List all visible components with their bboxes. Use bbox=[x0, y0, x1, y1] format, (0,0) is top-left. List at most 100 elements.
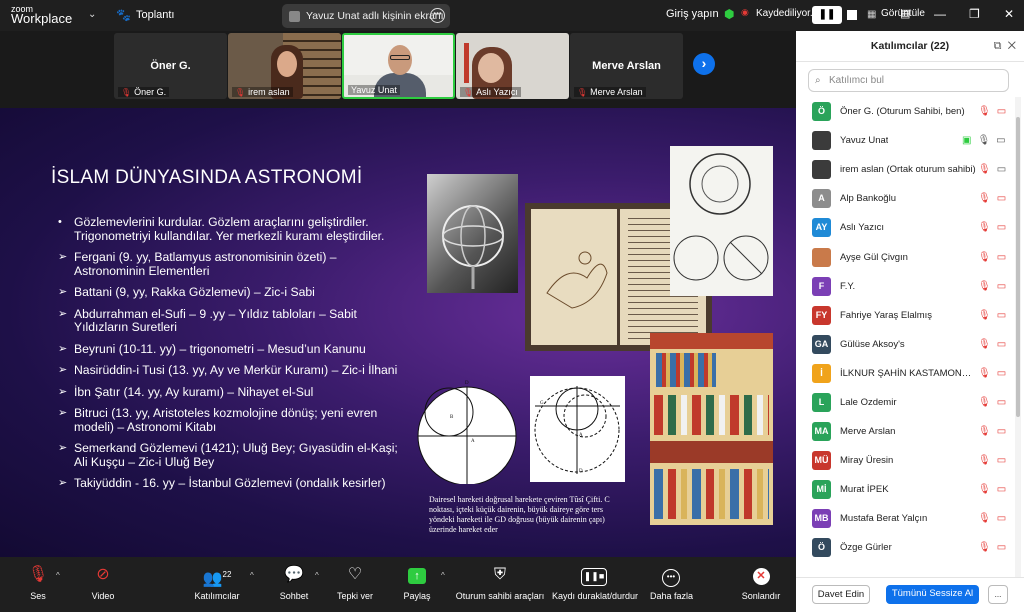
screen-share-status[interactable]: Yavuz Unat adlı kişinin ekranı ••• bbox=[282, 4, 450, 28]
microphone-muted-icon: 🎙 bbox=[978, 513, 991, 525]
end-meeting-button[interactable]: ✕ Sonlandır bbox=[740, 561, 782, 601]
panel-more-button[interactable]: ... bbox=[988, 585, 1008, 604]
video-tile[interactable]: 🎙 irem aslan bbox=[228, 33, 341, 99]
security-shield-icon[interactable]: ⬢ bbox=[724, 7, 734, 21]
invite-button[interactable]: Davet Edin bbox=[812, 585, 870, 604]
panel-header: Katılımcılar (22) ⧉ ✕ bbox=[796, 31, 1024, 62]
participant-list-scrollbar[interactable] bbox=[1015, 97, 1021, 577]
participant-row[interactable]: İİLKNUR ŞAHİN KASTAMONU UNİV...🎙▭ bbox=[796, 359, 1014, 388]
close-icon[interactable]: ✕ bbox=[1004, 7, 1014, 21]
host-tools-button[interactable]: ⛨ Oturum sahibi araçları bbox=[455, 561, 545, 601]
participant-row[interactable]: Ö Öner G. (Oturum Sahibi, ben) 🎙 ▭ bbox=[796, 97, 1014, 126]
participant-row[interactable]: Yavuz Unat ▣ 🎙 ▭ bbox=[796, 126, 1014, 155]
pause-stop-recording-button[interactable]: ❚❚■ Kaydı duraklat/durdur bbox=[552, 561, 638, 601]
avatar: F bbox=[812, 276, 831, 296]
participant-status-icons: 🎙 ▭ bbox=[978, 222, 1012, 233]
participant-row[interactable]: Ayşe Gül Çivgın 🎙 ▭ bbox=[796, 242, 1014, 271]
svg-text:G: G bbox=[540, 401, 544, 406]
avatar bbox=[812, 131, 831, 151]
video-tile[interactable]: Merve Arslan 🎙 Merve Arslan bbox=[570, 33, 683, 99]
share-options-icon[interactable]: ••• bbox=[430, 8, 445, 23]
participant-row[interactable]: Mİ Murat İPEK 🎙 ▭ bbox=[796, 475, 1014, 504]
participant-search-input[interactable]: ⌕ Katılımcı bul bbox=[808, 69, 1009, 92]
observatory-miniature-image bbox=[650, 333, 773, 525]
react-button[interactable]: ♡ Tepki ver bbox=[334, 561, 376, 601]
stop-recording-icon[interactable] bbox=[847, 10, 857, 20]
next-page-chevron-icon[interactable]: › bbox=[693, 53, 715, 75]
tusi-couple-diagram-2: G A D bbox=[530, 376, 625, 482]
participant-row[interactable]: F F.Y. 🎙 ▭ bbox=[796, 272, 1014, 301]
list-item: ➢ Battani (9, yy, Rakka Gözlemevi) – Zic-… bbox=[58, 285, 315, 299]
participant-status-icons: 🎙 ▭ bbox=[978, 106, 1012, 117]
participant-row[interactable]: A Alp Bankoğlu 🎙 ▭ bbox=[796, 184, 1014, 213]
video-tile[interactable]: 🎙 Aslı Yazıcı bbox=[456, 33, 569, 99]
miniature-floor bbox=[650, 441, 773, 463]
participant-status-icons: 🎙 ▭ bbox=[978, 164, 1012, 175]
microphone-muted-icon: 🎙 bbox=[978, 280, 991, 292]
microphone-muted-icon: 🎙 bbox=[978, 338, 991, 350]
participant-name: F.Y. bbox=[840, 280, 856, 292]
participant-row[interactable]: Ö Özge Gürler 🎙 ▭ bbox=[796, 533, 1014, 562]
title-bar: zoom Workplace ⌄ 🐾 Toplantı Yavuz Unat a… bbox=[0, 0, 1024, 31]
share-options-caret-icon[interactable]: ^ bbox=[441, 571, 445, 580]
miniature-shelves bbox=[656, 353, 716, 387]
more-button[interactable]: ••• Daha fazla bbox=[650, 561, 693, 601]
chat-options-caret-icon[interactable]: ^ bbox=[315, 571, 319, 580]
video-button[interactable]: ⊘ Video bbox=[86, 561, 120, 601]
participant-row[interactable]: FY Fahriye Yaraş Elalmış 🎙 ▭ bbox=[796, 301, 1014, 330]
avatar: L bbox=[812, 392, 831, 412]
avatar: MB bbox=[812, 509, 831, 529]
audio-options-caret-icon[interactable]: ^ bbox=[56, 571, 60, 580]
app-menu-chevron-icon[interactable]: ⌄ bbox=[88, 9, 96, 20]
participants-count: 22 bbox=[222, 570, 232, 579]
microphone-muted-icon: 🎙 bbox=[978, 106, 991, 118]
microphone-muted-icon: 🎙 bbox=[978, 164, 991, 176]
microphone-muted-icon: 🎙 bbox=[27, 566, 49, 583]
pause-stop-icon: ❚❚■ bbox=[552, 561, 636, 589]
view-grid-icon[interactable]: ▤ bbox=[900, 7, 910, 20]
panel-close-icon[interactable]: ✕ bbox=[1008, 40, 1016, 52]
avatar: MA bbox=[812, 422, 831, 442]
chat-button[interactable]: 💬 Sohbet bbox=[278, 561, 310, 601]
popout-icon[interactable]: ⧉ bbox=[994, 40, 1002, 52]
scrollbar-thumb[interactable] bbox=[1016, 117, 1020, 417]
participant-row[interactable]: GA Gülüse Aksoy's 🎙 ▭ bbox=[796, 330, 1014, 359]
meeting-info[interactable]: 🐾 Toplantı bbox=[116, 8, 174, 22]
participant-status-icons: ▣ 🎙 ▭ bbox=[962, 135, 1006, 147]
logo-workplace-text: Workplace bbox=[11, 11, 73, 26]
microphone-muted-icon: 🎙 bbox=[978, 455, 991, 467]
microphone-muted-icon: 🎙 bbox=[978, 367, 991, 379]
search-icon: ⌕ bbox=[815, 75, 821, 86]
participant-status-icons: 🎙 ▭ bbox=[978, 368, 1012, 379]
video-tile-active-speaker[interactable]: Yavuz Unat bbox=[342, 33, 455, 99]
participant-status-icons: 🎙 ▭ bbox=[978, 281, 1012, 292]
microphone-on-icon: 🎙 bbox=[977, 135, 991, 147]
tusi-couple-drawing-2: G A D bbox=[534, 386, 620, 474]
recording-status: Kaydediliyor... bbox=[756, 8, 819, 19]
participant-row[interactable]: MB Mustafa Berat Yalçın 🎙 ▭ bbox=[796, 504, 1014, 533]
mic-muted-icon: 🎙 bbox=[121, 87, 132, 97]
miniature-figures-row-1 bbox=[654, 395, 769, 435]
participant-row[interactable]: irem aslan (Ortak oturum sahibi) 🎙 ▭ bbox=[796, 155, 1014, 184]
participant-row[interactable]: MA Merve Arslan 🎙 ▭ bbox=[796, 417, 1014, 446]
restore-icon[interactable]: ❐ bbox=[969, 7, 980, 21]
mute-all-button[interactable]: Tümünü Sessize Al bbox=[886, 585, 979, 604]
pause-recording-icon[interactable]: ❚❚ bbox=[812, 6, 842, 24]
minimize-icon[interactable]: — bbox=[934, 7, 946, 21]
participant-row[interactable]: L Lale Ozdemir 🎙 ▭ bbox=[796, 388, 1014, 417]
share-button[interactable]: ↑ Paylaş bbox=[401, 561, 433, 601]
slide-bullet-list: • Gözlemevlerini kurdular. Gözlem araçlar… bbox=[58, 215, 403, 499]
participants-button[interactable]: 👥22 Katılımcılar bbox=[192, 561, 242, 601]
participant-row[interactable]: AY Aslı Yazıcı 🎙 ▭ bbox=[796, 213, 1014, 242]
avatar: MÜ bbox=[812, 451, 831, 471]
participants-options-caret-icon[interactable]: ^ bbox=[250, 571, 254, 580]
audio-button[interactable]: 🎙 Ses bbox=[24, 561, 52, 601]
arrow-bullet-icon: ➢ bbox=[58, 407, 68, 419]
participant-row[interactable]: MÜ Miray Üresin 🎙 ▭ bbox=[796, 446, 1014, 475]
tile-name-label: 🎙 irem aslan bbox=[232, 87, 293, 97]
armillary-sphere-drawing bbox=[442, 205, 504, 289]
sharing-screen-icon: ▣ bbox=[962, 135, 972, 147]
video-tile[interactable]: Öner G. 🎙 Öner G. bbox=[114, 33, 227, 99]
participant-name: Ayşe Gül Çivgın bbox=[840, 251, 908, 263]
signin-link[interactable]: Giriş yapın bbox=[666, 8, 719, 20]
